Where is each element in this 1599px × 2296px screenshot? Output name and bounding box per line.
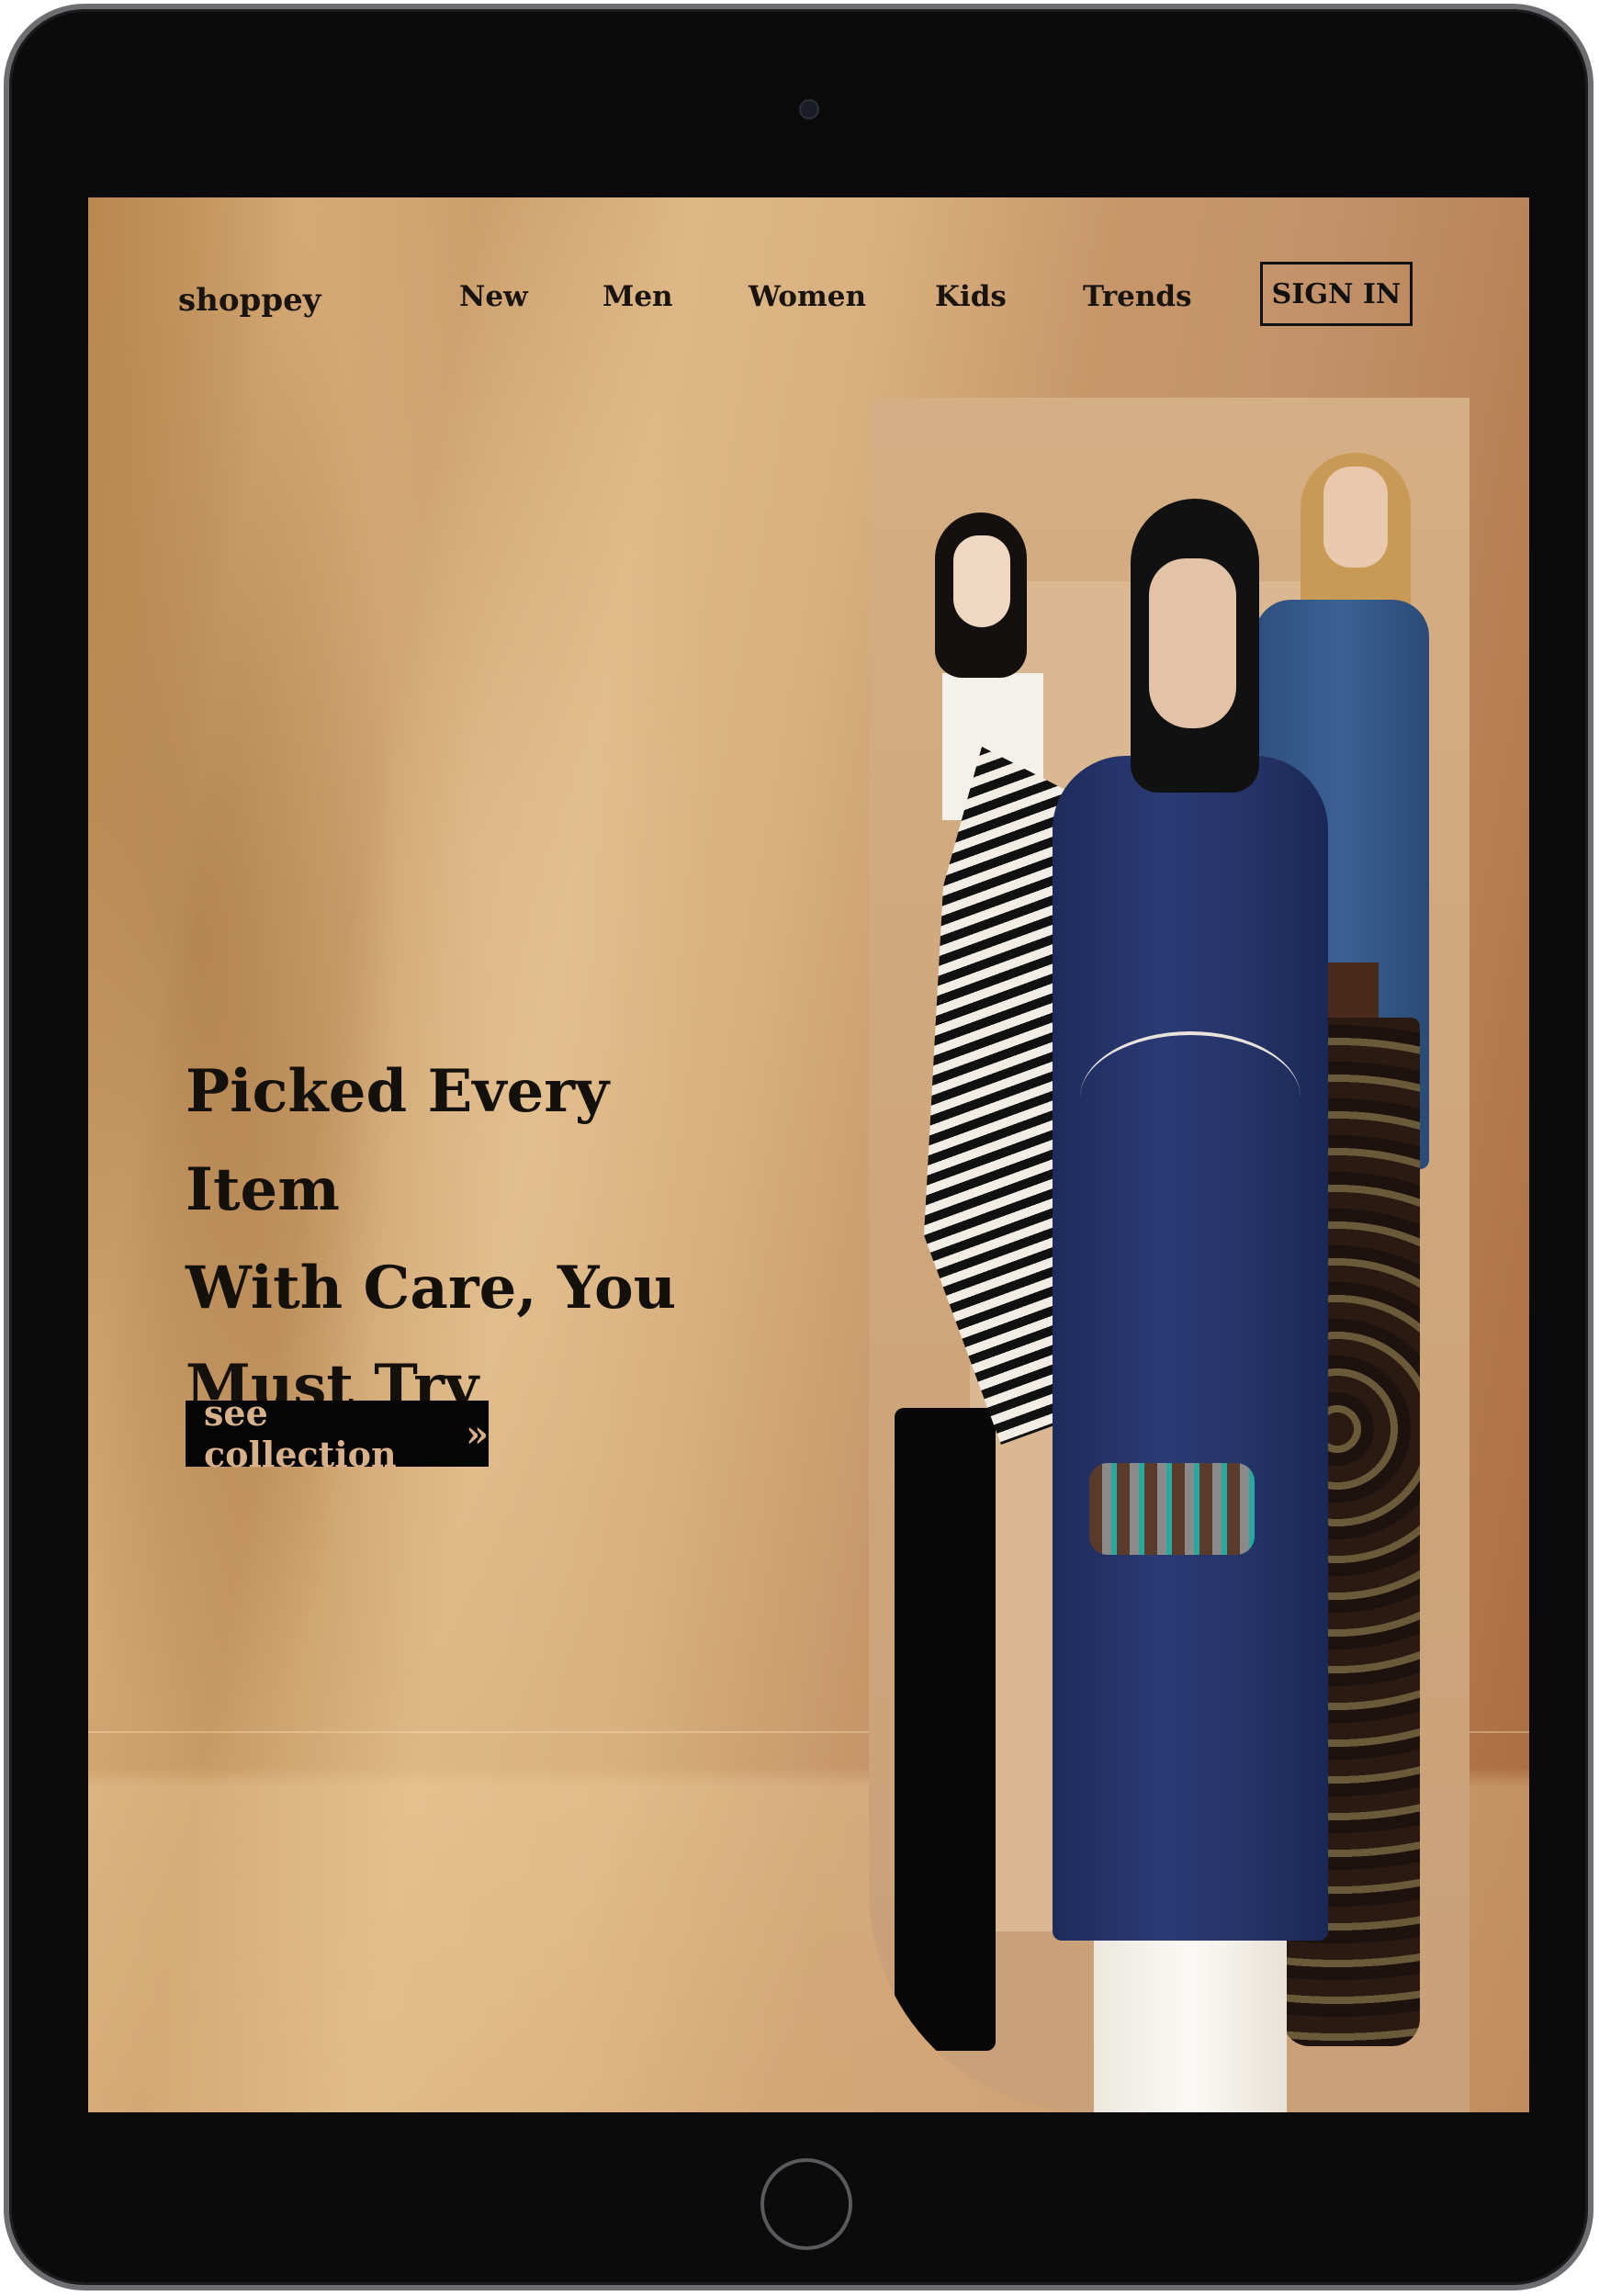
hero-title: Picked Every Item With Care, You Must Tr… xyxy=(186,1042,755,1435)
hero-models-photo xyxy=(869,398,1470,2112)
home-button[interactable] xyxy=(760,2158,852,2250)
model-center-shirt-yoke xyxy=(1080,1031,1301,1164)
model-left-pants xyxy=(895,1408,996,2051)
brand-logo[interactable]: shoppey xyxy=(178,282,321,319)
top-navigation: shoppey New Men Women Kids Trends SIGN I… xyxy=(88,262,1529,335)
nav-link-trends[interactable]: Trends xyxy=(1083,280,1192,313)
model-center-western-shirt xyxy=(1053,756,1328,1941)
model-left-face xyxy=(953,535,1010,627)
hero-title-line: Picked Every Item xyxy=(186,1057,610,1224)
hero-title-line: With Care, You xyxy=(186,1254,677,1322)
see-collection-label: see collection xyxy=(204,1392,397,1475)
sign-in-button[interactable]: SIGN IN xyxy=(1260,262,1413,326)
model-right-face xyxy=(1323,467,1388,568)
camera-icon xyxy=(799,99,819,119)
nav-link-kids[interactable]: Kids xyxy=(935,280,1007,313)
double-chevron-right-icon: » xyxy=(466,1412,489,1456)
nav-link-new[interactable]: New xyxy=(459,280,528,313)
see-collection-button[interactable]: see collection » xyxy=(186,1392,489,1475)
nav-link-men[interactable]: Men xyxy=(602,280,673,313)
model-center-concho-belt xyxy=(1089,1463,1255,1555)
nav-link-women[interactable]: Women xyxy=(749,280,866,313)
model-center-face xyxy=(1149,558,1236,728)
tablet-device-frame: shoppey New Men Women Kids Trends SIGN I… xyxy=(4,4,1593,2290)
screen: shoppey New Men Women Kids Trends SIGN I… xyxy=(88,197,1529,2112)
